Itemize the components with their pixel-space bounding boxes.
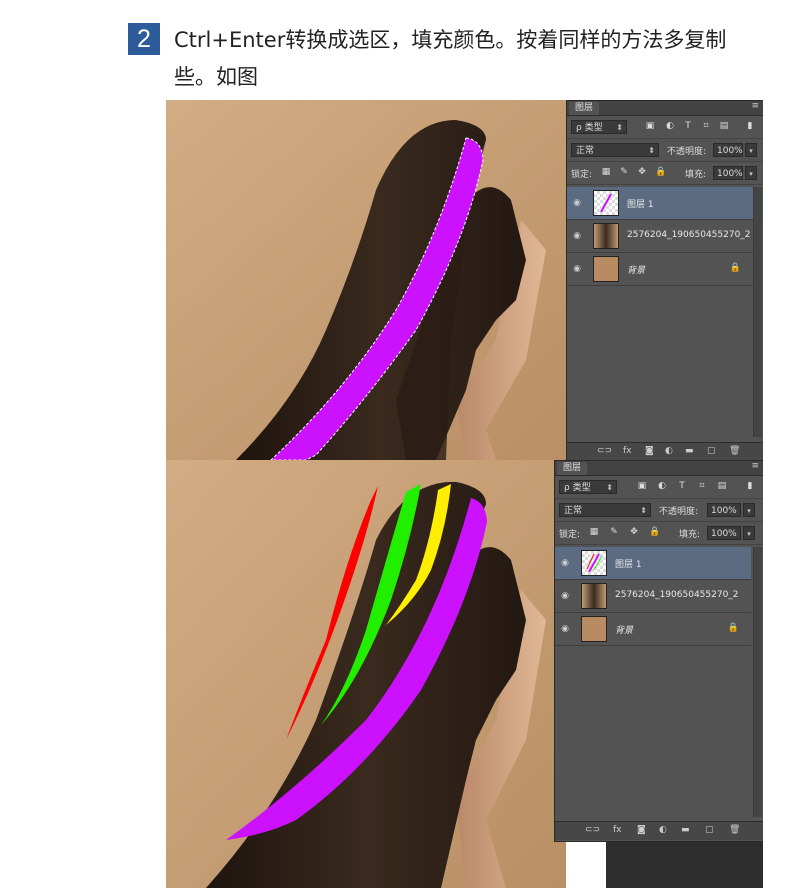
layer-name[interactable]: 图层 1	[627, 197, 654, 210]
lock-icon: 🔒	[727, 623, 739, 633]
layers-panel: 图层 ≡ ρ 类型 ▣ ◐ T ⌗ ▤ ▮ 正常 不透明度: 100% ▾ 锁定:…	[566, 100, 763, 460]
eye-icon[interactable]: ◉	[572, 198, 582, 208]
lock-paint-icon[interactable]: ✎	[609, 527, 619, 537]
trash-icon[interactable]: 🗑	[729, 446, 740, 456]
layer-thumbnail	[593, 190, 619, 216]
lock-label: 锁定:	[559, 530, 581, 540]
screenshot-top: 图层 ≡ ρ 类型 ▣ ◐ T ⌗ ▤ ▮ 正常 不透明度: 100% ▾ 锁定:…	[166, 100, 763, 460]
layer-row[interactable]: ◉ 2576204_190650455270_2	[567, 220, 753, 253]
mask-icon[interactable]: ◙	[637, 825, 646, 835]
fill-arrow-icon[interactable]: ▾	[745, 166, 757, 180]
link-icon[interactable]: ⊂⊃	[597, 446, 612, 456]
layer-thumbnail	[581, 550, 607, 576]
filter-type-icon[interactable]: T	[683, 121, 693, 131]
layer-name[interactable]: 背景	[627, 263, 645, 276]
lock-transparent-icon[interactable]: ▦	[589, 527, 599, 537]
lock-transparent-icon[interactable]: ▦	[601, 167, 611, 177]
opacity-label: 不透明度:	[659, 507, 699, 517]
layer-row[interactable]: ◉ 背景 🔒	[555, 613, 751, 646]
lock-icon: 🔒	[729, 263, 741, 273]
filter-toggle-icon[interactable]: ▮	[745, 121, 755, 131]
eye-icon[interactable]: ◉	[560, 624, 570, 634]
step-badge: 2	[128, 23, 160, 55]
panel-footer: ⊂⊃ fx ◙ ◐ ▬ ▢ 🗑	[567, 442, 763, 460]
layer-name[interactable]: 2576204_190650455270_2	[627, 230, 751, 240]
layer-row[interactable]: ◉ 图层 1	[555, 547, 751, 580]
lock-all-icon[interactable]: 🔒	[649, 527, 660, 537]
scrollbar[interactable]	[753, 187, 762, 437]
adjustment-icon[interactable]: ◐	[659, 825, 667, 835]
fill-input[interactable]: 100%	[707, 526, 741, 540]
new-layer-icon[interactable]: ▢	[705, 825, 714, 835]
lock-move-icon[interactable]: ✥	[637, 167, 647, 177]
filter-select[interactable]: ρ 类型	[571, 120, 627, 135]
lock-label: 锁定:	[571, 170, 593, 180]
panel-menu-icon[interactable]: ≡	[751, 101, 759, 111]
layer-name[interactable]: 2576204_190650455270_2	[615, 590, 739, 600]
fill-input[interactable]: 100%	[713, 166, 743, 180]
opacity-arrow-icon[interactable]: ▾	[745, 143, 757, 157]
new-layer-icon[interactable]: ▢	[707, 446, 716, 456]
lock-move-icon[interactable]: ✥	[629, 527, 639, 537]
eye-icon[interactable]: ◉	[572, 231, 582, 241]
eye-icon[interactable]: ◉	[560, 558, 570, 568]
layer-row[interactable]: ◉ 图层 1	[567, 187, 753, 220]
opacity-input[interactable]: 100%	[707, 503, 741, 517]
lock-paint-icon[interactable]: ✎	[619, 167, 629, 177]
filter-adjust-icon[interactable]: ◐	[657, 481, 667, 491]
filter-shape-icon[interactable]: ⌗	[701, 121, 711, 131]
eye-icon[interactable]: ◉	[560, 591, 570, 601]
fill-arrow-icon[interactable]: ▾	[743, 526, 755, 540]
step-instruction: Ctrl+Enter转换成选区，填充颜色。按着同样的方法多复制些。如图	[174, 28, 727, 89]
filter-smart-icon[interactable]: ▤	[717, 481, 727, 491]
layer-thumbnail	[593, 256, 619, 282]
layer-thumbnail	[581, 583, 607, 609]
filter-pixel-icon[interactable]: ▣	[645, 121, 655, 131]
filter-toggle-icon[interactable]: ▮	[745, 481, 755, 491]
layer-name[interactable]: 背景	[615, 623, 633, 636]
opacity-label: 不透明度:	[667, 147, 707, 157]
mask-icon[interactable]: ◙	[645, 446, 654, 456]
filter-adjust-icon[interactable]: ◐	[665, 121, 675, 131]
trash-icon[interactable]: 🗑	[729, 825, 740, 835]
folder-icon[interactable]: ▬	[685, 446, 694, 456]
screenshot-bottom: 图层 ≡ ρ 类型 ▣ ◐ T ⌗ ▤ ▮ 正常 不透明度: 100% ▾ 锁定:…	[166, 460, 763, 888]
panel-footer: ⊂⊃ fx ◙ ◐ ▬ ▢ 🗑	[555, 821, 763, 840]
adjustment-icon[interactable]: ◐	[665, 446, 673, 456]
layer-row[interactable]: ◉ 2576204_190650455270_2	[555, 580, 751, 613]
filter-type-icon[interactable]: T	[677, 481, 687, 491]
link-icon[interactable]: ⊂⊃	[585, 825, 600, 835]
blend-mode-select[interactable]: 正常	[571, 143, 659, 158]
layer-name[interactable]: 图层 1	[615, 557, 642, 570]
filter-smart-icon[interactable]: ▤	[719, 121, 729, 131]
fill-label: 填充:	[679, 530, 701, 540]
opacity-arrow-icon[interactable]: ▾	[743, 503, 755, 517]
fx-icon[interactable]: fx	[623, 446, 632, 456]
scrollbar[interactable]	[753, 547, 762, 817]
tab-layers[interactable]: 图层	[569, 102, 600, 115]
filter-pixel-icon[interactable]: ▣	[637, 481, 647, 491]
blend-mode-select[interactable]: 正常	[559, 503, 651, 518]
opacity-input[interactable]: 100%	[713, 143, 743, 157]
tab-layers[interactable]: 图层	[557, 462, 588, 475]
hair-photo-top	[166, 100, 566, 460]
filter-shape-icon[interactable]: ⌗	[697, 481, 707, 491]
layers-panel: 图层 ≡ ρ 类型 ▣ ◐ T ⌗ ▤ ▮ 正常 不透明度: 100% ▾ 锁定:…	[554, 460, 763, 842]
layer-row[interactable]: ◉ 背景 🔒	[567, 253, 753, 286]
panel-menu-icon[interactable]: ≡	[751, 461, 759, 471]
filter-select[interactable]: ρ 类型	[559, 480, 617, 495]
fx-icon[interactable]: fx	[613, 825, 622, 835]
eye-icon[interactable]: ◉	[572, 264, 582, 274]
fill-label: 填充:	[685, 170, 707, 180]
lock-all-icon[interactable]: 🔒	[655, 167, 666, 177]
layer-thumbnail	[593, 223, 619, 249]
layer-thumbnail	[581, 616, 607, 642]
folder-icon[interactable]: ▬	[681, 825, 690, 835]
